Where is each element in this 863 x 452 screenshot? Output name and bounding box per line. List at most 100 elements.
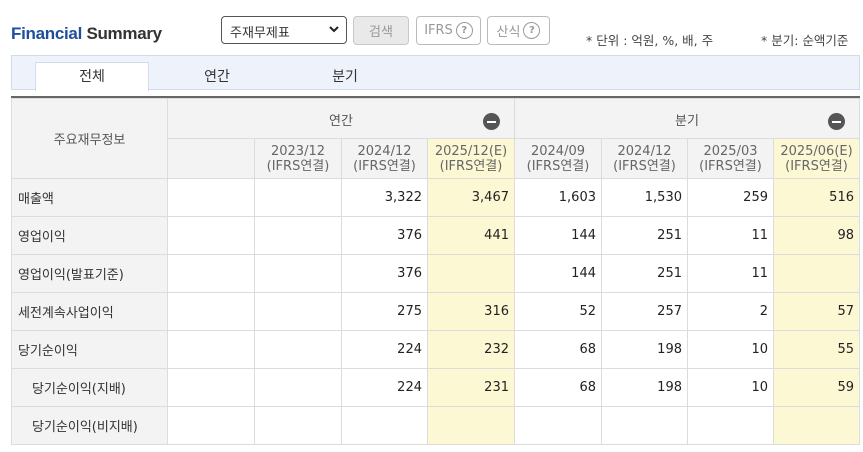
value-cell: 198: [601, 330, 688, 369]
column-header: 2025/06(E) (IFRS연결): [773, 138, 860, 179]
value-cell: 224: [341, 330, 428, 369]
row-label: 당기순이익(비지배): [11, 406, 168, 445]
unit-note: * 단위 : 억원, %, 배, 주: [586, 33, 714, 48]
value-cell: 52: [514, 292, 602, 331]
value-cell: [254, 406, 342, 445]
value-cell: [254, 254, 342, 293]
value-cell: 1,603: [514, 178, 602, 217]
value-cell: 259: [687, 178, 774, 217]
column-header: 2024/12 (IFRS연결): [341, 138, 428, 179]
row-label: 당기순이익: [11, 330, 168, 369]
column-basis: (IFRS연결): [266, 158, 330, 174]
column-basis: (IFRS연결): [785, 158, 848, 174]
table-row: 당기순이익(비지배): [11, 406, 860, 445]
blank-cell: [167, 216, 255, 255]
value-cell: [254, 178, 342, 217]
quarter-group-label: 분기: [675, 114, 699, 129]
ifrs-button[interactable]: IFRS ?: [416, 16, 481, 45]
help-icon: ?: [455, 22, 473, 39]
value-cell: 231: [427, 368, 515, 407]
value-cell: [254, 368, 342, 407]
column-period: 2025/12(E): [434, 143, 508, 159]
value-cell: 376: [341, 216, 428, 255]
help-icon: ?: [523, 22, 541, 39]
value-cell: 98: [773, 216, 860, 255]
column-period: 2024/12: [357, 143, 412, 159]
value-cell: 232: [427, 330, 515, 369]
table-row: 영업이익 376 441 144 251 11 98: [11, 216, 860, 255]
value-cell: [254, 330, 342, 369]
column-period: 2023/12: [270, 143, 325, 159]
value-cell: [601, 406, 688, 445]
row-label: 매출액: [11, 178, 168, 217]
value-cell: 198: [601, 368, 688, 407]
statement-select-value: 주재무제표: [230, 26, 290, 41]
blank-cell: [167, 330, 255, 369]
title-summary: Summary: [86, 24, 162, 43]
row-header-title: 주요재무정보: [11, 98, 168, 179]
statement-select[interactable]: 주재무제표: [221, 16, 347, 44]
value-cell: 516: [773, 178, 860, 217]
column-basis: (IFRS연결): [699, 158, 762, 174]
value-cell: 11: [687, 216, 774, 255]
page-title: Financial Summary: [11, 24, 162, 44]
column-header: 2025/12(E) (IFRS연결): [427, 138, 515, 179]
value-cell: [514, 406, 602, 445]
column-basis: (IFRS연결): [353, 158, 416, 174]
value-cell: 59: [773, 368, 860, 407]
quarter-basis-note: * 분기: 순액기준: [761, 33, 849, 48]
value-cell: 144: [514, 254, 602, 293]
blank-cell: [167, 406, 255, 445]
column-header: 2024/12 (IFRS연결): [601, 138, 688, 179]
value-cell: [773, 254, 860, 293]
collapse-annual-icon[interactable]: [483, 113, 500, 130]
blank-cell: [167, 368, 255, 407]
value-cell: [687, 406, 774, 445]
blank-cell: [167, 292, 255, 331]
tab-quarter[interactable]: 분기: [288, 63, 402, 92]
value-cell: 316: [427, 292, 515, 331]
value-cell: [254, 292, 342, 331]
value-cell: 3,322: [341, 178, 428, 217]
collapse-quarter-icon[interactable]: [828, 113, 845, 130]
blank-cell: [167, 178, 255, 217]
value-cell: [427, 254, 515, 293]
table-row: 영업이익(발표기준) 376 144 251 11: [11, 254, 860, 293]
ifrs-label: IFRS: [424, 23, 453, 38]
column-period: 2024/09: [530, 143, 585, 159]
value-cell: 1,530: [601, 178, 688, 217]
chevron-down-icon: [329, 26, 339, 33]
column-basis: (IFRS연결): [613, 158, 676, 174]
formula-button[interactable]: 산식 ?: [487, 16, 550, 45]
value-cell: 2: [687, 292, 774, 331]
row-label: 영업이익(발표기준): [11, 254, 168, 293]
column-basis: (IFRS연결): [526, 158, 590, 174]
value-cell: 11: [687, 254, 774, 293]
value-cell: 224: [341, 368, 428, 407]
value-cell: 144: [514, 216, 602, 255]
value-cell: 257: [601, 292, 688, 331]
tab-all[interactable]: 전체: [35, 62, 149, 91]
annual-group-header: 연간: [167, 98, 515, 139]
column-header: 2023/12 (IFRS연결): [254, 138, 342, 179]
quarter-group-header: 분기: [514, 98, 860, 139]
value-cell: 251: [601, 254, 688, 293]
title-financial: Financial: [11, 24, 82, 43]
value-cell: 441: [427, 216, 515, 255]
value-cell: 57: [773, 292, 860, 331]
column-header: 2025/03 (IFRS연결): [687, 138, 774, 179]
value-cell: [427, 406, 515, 445]
value-cell: 68: [514, 330, 602, 369]
value-cell: 10: [687, 368, 774, 407]
annual-group-label: 연간: [329, 114, 353, 129]
column-period: 2025/03: [703, 143, 758, 159]
column-period: 2025/06(E): [780, 143, 853, 159]
column-header: 2024/09 (IFRS연결): [514, 138, 602, 179]
value-cell: 376: [341, 254, 428, 293]
value-cell: 68: [514, 368, 602, 407]
search-button[interactable]: 검색: [353, 16, 409, 45]
table-row: 당기순이익(지배) 224 231 68 198 10 59: [11, 368, 860, 407]
tab-annual[interactable]: 연간: [160, 63, 274, 92]
blank-cell: [167, 254, 255, 293]
value-cell: [773, 406, 860, 445]
